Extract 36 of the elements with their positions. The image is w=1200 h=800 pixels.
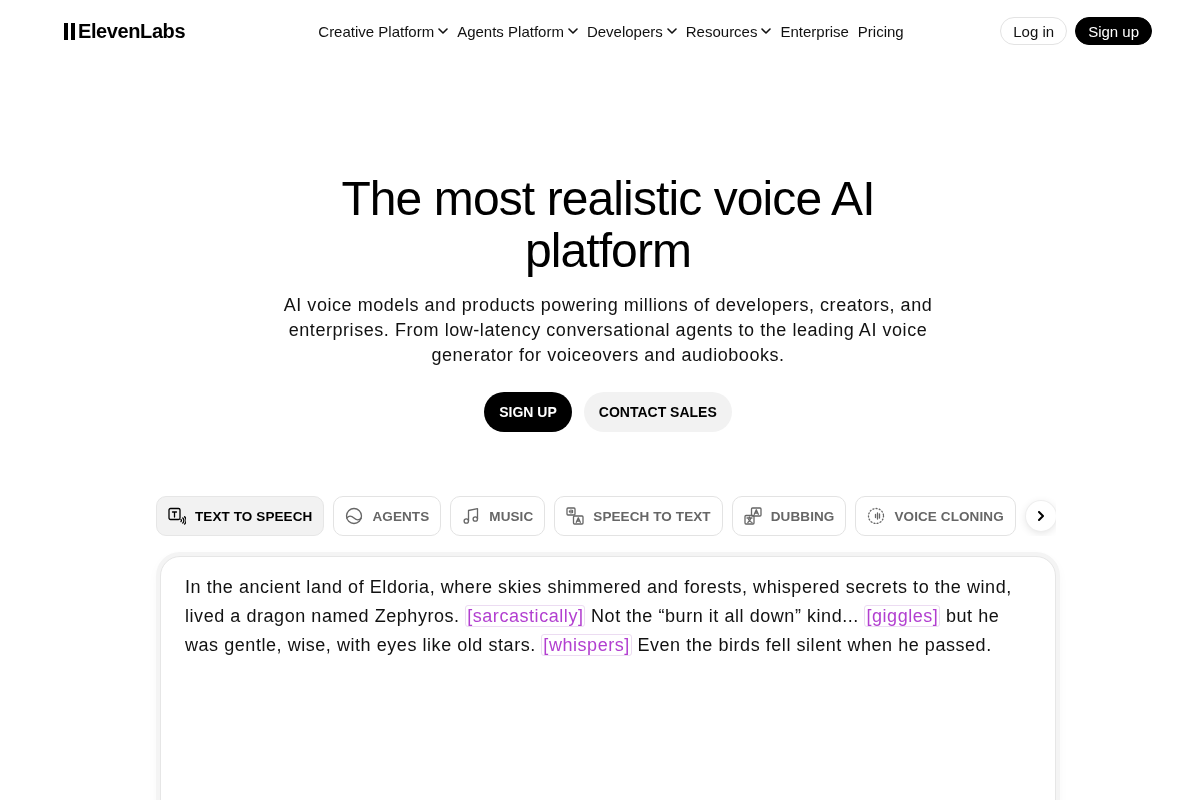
nav-link[interactable]: Creative Platform xyxy=(318,22,449,40)
nav-link[interactable]: Agents Platform xyxy=(457,22,578,40)
dotted-sound-icon xyxy=(867,507,886,525)
nav-link[interactable]: Pricing xyxy=(857,22,904,40)
hero-subtitle: AI voice models and products powering millions of developers, creators, and enterprises. From low-latency conversational agents to the leading AI voice generator for voiceovers and audiobooks. xyxy=(282,294,934,367)
contact-sales-button[interactable]: CONTACT SALES xyxy=(583,392,732,432)
story-text[interactable]: In the ancient land of Eldoria, where skies shimmered and forests, whispered secrets to the wind, lived a dragon named Zephyros. [sarcastically] Not the “burn it all down” kind... [giggles] but he was gentle, wise, with eyes like old stars. [whispers] Even the birds fell silent when he passed. xyxy=(185,573,1025,660)
nav-link[interactable]: Resources xyxy=(685,22,772,40)
speech-text-icon xyxy=(566,507,585,525)
product-tab[interactable]: DUBBING xyxy=(731,496,847,536)
nav-link[interactable]: Enterprise xyxy=(780,22,849,40)
product-tab[interactable]: TEXT TO SPEECH xyxy=(156,496,325,536)
text-speech-icon xyxy=(168,507,186,525)
brand-logo-text: ElevenLabs xyxy=(78,21,186,41)
audio-tag: [whispers] xyxy=(541,634,632,656)
nav-link[interactable]: Developers xyxy=(586,22,677,40)
signup-button[interactable]: Sign up xyxy=(1075,17,1152,45)
translate-icon xyxy=(743,507,762,525)
login-button[interactable]: Log in xyxy=(1000,17,1068,45)
globe-wave-icon xyxy=(345,507,364,525)
product-tab[interactable]: AGENTS xyxy=(333,496,442,536)
chevron-down-icon xyxy=(761,28,772,34)
chevron-down-icon xyxy=(666,28,677,34)
next-arrow-button[interactable] xyxy=(1026,501,1056,531)
audio-tag: [giggles] xyxy=(864,605,941,627)
chevron-down-icon xyxy=(438,28,449,34)
audio-tag: [sarcastically] xyxy=(465,605,586,627)
product-tab[interactable]: SPEECH TO TEXT xyxy=(554,496,723,536)
hero-title: The most realistic voice AI platform xyxy=(340,173,876,277)
product-tab[interactable]: MUSIC xyxy=(450,496,546,536)
logo-mark-icon xyxy=(64,22,75,40)
music-note-icon xyxy=(462,507,481,525)
chevron-right-icon xyxy=(1038,511,1044,521)
chevron-down-icon xyxy=(567,28,578,34)
product-tab[interactable]: VOICE CLONING xyxy=(855,496,1016,536)
signup-cta-button[interactable]: SIGN UP xyxy=(484,392,572,432)
